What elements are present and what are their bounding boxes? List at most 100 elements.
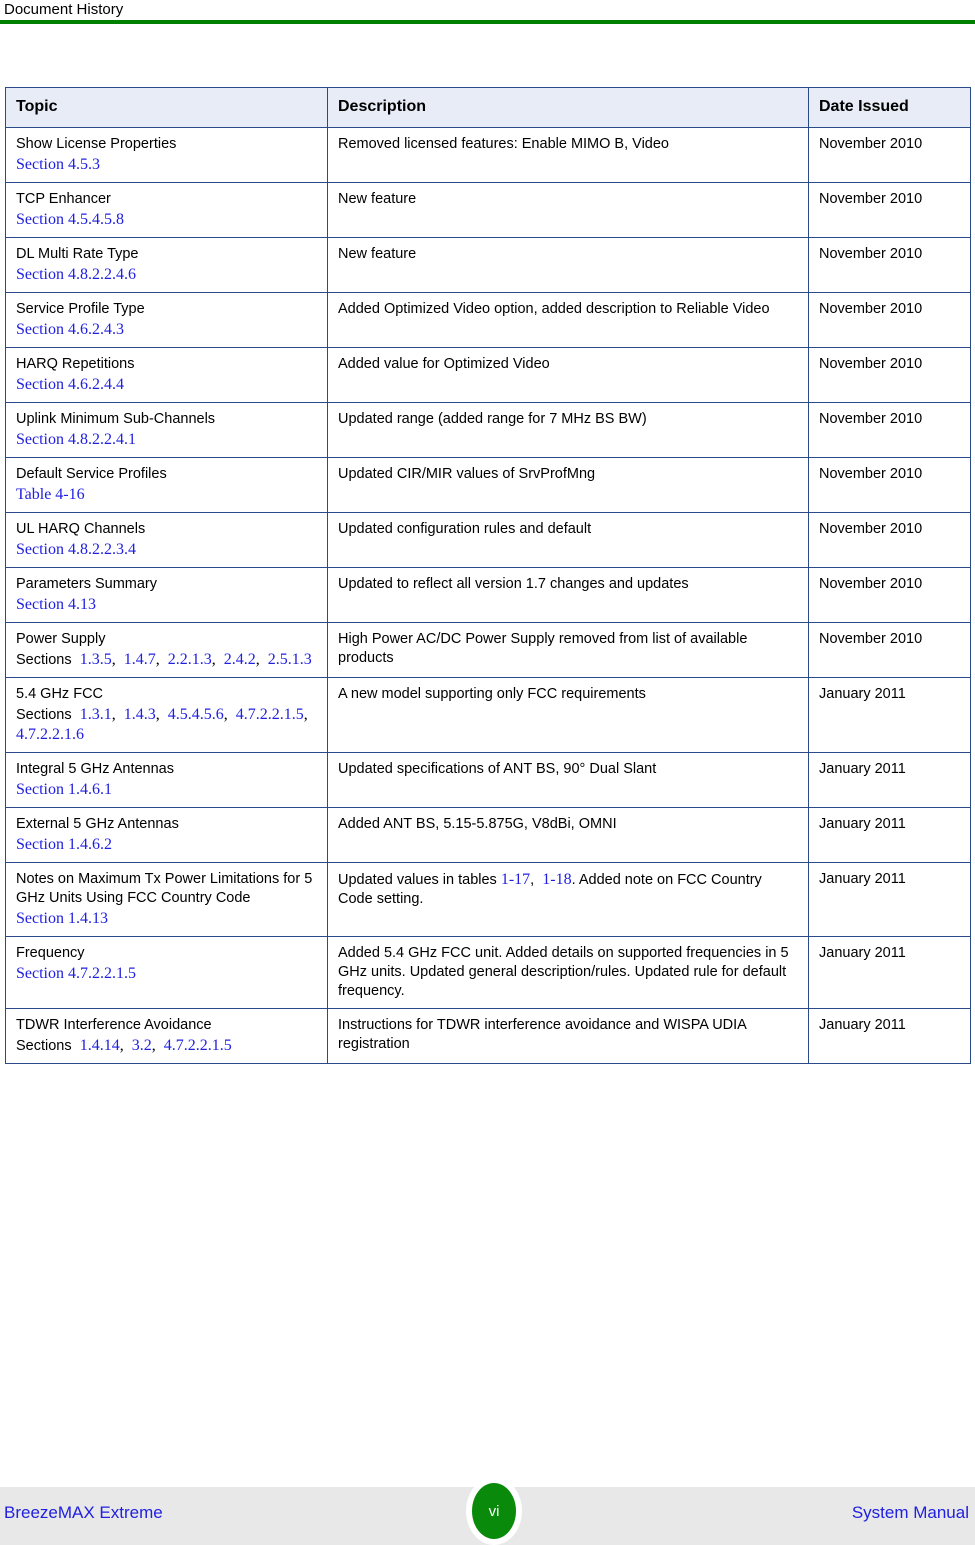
section-link[interactable]: 1.4.3 xyxy=(124,706,156,723)
cell-date-issued: November 2010 xyxy=(808,127,971,183)
table-header: Topic Description Date Issued xyxy=(5,87,971,128)
section-link[interactable]: 4.7.2.2.1.5 xyxy=(164,1037,232,1054)
cell-topic: 5.4 GHz FCC Sections 1.3.1, 1.4.3, 4.5.4.… xyxy=(5,677,328,753)
table-row: Power Supply Sections 1.3.5, 1.4.7, 2.2.1… xyxy=(5,622,971,678)
cell-description: Updated CIR/MIR values of SrvProfMng xyxy=(327,457,809,513)
section-link[interactable]: 4.7.2.2.1.6 xyxy=(16,726,84,743)
section-link[interactable]: 1.4.7 xyxy=(124,651,156,668)
cell-topic: Show License Properties Section 4.5.3 xyxy=(5,127,328,183)
cell-date-issued: November 2010 xyxy=(808,567,971,623)
section-link[interactable]: Section 4.8.2.2.4.6 xyxy=(16,266,136,283)
table-link[interactable]: 1-18 xyxy=(542,871,571,888)
section-link[interactable]: Section 4.8.2.2.3.4 xyxy=(16,541,136,558)
description-text: A new model supporting only FCC requirem… xyxy=(338,686,646,702)
topic-title: Parameters Summary xyxy=(16,576,158,592)
section-link[interactable]: 2.5.1.3 xyxy=(268,651,312,668)
section-link[interactable]: 2.2.1.3 xyxy=(168,651,212,668)
section-link[interactable]: Section 4.6.2.4.3 xyxy=(16,321,124,338)
topic-title: Power Supply xyxy=(16,631,106,647)
section-link[interactable]: Section 1.4.6.2 xyxy=(16,836,112,853)
cell-description: Updated specifications of ANT BS, 90° Du… xyxy=(327,752,809,808)
page-running-header: Document History xyxy=(0,0,975,26)
topic-title: Frequency xyxy=(16,945,85,961)
topic-title: Notes on Maximum Tx Power Limitations fo… xyxy=(16,871,313,906)
description-text: Removed licensed features: Enable MIMO B… xyxy=(338,136,669,152)
topic-reference-line: Section 1.4.6.1 xyxy=(16,780,318,800)
reference-separator: , xyxy=(111,651,124,668)
footer-product-name: BreezeMAX Extreme xyxy=(4,1503,163,1522)
cell-topic: Notes on Maximum Tx Power Limitations fo… xyxy=(5,862,328,937)
topic-title: TCP Enhancer xyxy=(16,191,111,207)
cell-date-issued: November 2010 xyxy=(808,512,971,568)
topic-reference-line: Section 1.4.13 xyxy=(16,909,318,929)
section-link[interactable]: Table 4-16 xyxy=(16,486,85,503)
topic-reference-line: Sections 1.3.1, 1.4.3, 4.5.4.5.6, 4.7.2.… xyxy=(16,705,318,745)
section-link[interactable]: Section 4.5.3 xyxy=(16,156,100,173)
cell-date-issued: January 2011 xyxy=(808,752,971,808)
page-header-title: Document History xyxy=(4,1,124,18)
description-text: Added 5.4 GHz FCC unit. Added details on… xyxy=(338,945,789,999)
description-text: New feature xyxy=(338,191,417,207)
section-link[interactable]: Section 1.4.13 xyxy=(16,910,108,927)
topic-reference-line: Section 4.8.2.2.3.4 xyxy=(16,540,318,560)
section-link[interactable]: Section 4.5.4.5.8 xyxy=(16,211,124,228)
cell-date-issued: January 2011 xyxy=(808,936,971,1009)
topic-title: Integral 5 GHz Antennas xyxy=(16,761,174,777)
reference-label: Sections xyxy=(16,652,72,668)
reference-separator: , xyxy=(303,706,312,723)
topic-title: Service Profile Type xyxy=(16,301,145,317)
section-link[interactable]: Section 4.7.2.2.1.5 xyxy=(16,965,136,982)
topic-title: Default Service Profiles xyxy=(16,466,167,482)
cell-date-issued: November 2010 xyxy=(808,292,971,348)
cell-description: Updated configuration rules and default xyxy=(327,512,809,568)
section-link[interactable]: 4.5.4.5.6 xyxy=(168,706,224,723)
document-history-table: Topic Description Date Issued Show Licen… xyxy=(5,87,971,1064)
cell-date-issued: November 2010 xyxy=(808,237,971,293)
topic-title: UL HARQ Channels xyxy=(16,521,146,537)
cell-date-issued: January 2011 xyxy=(808,862,971,937)
reference-label: Sections xyxy=(16,707,72,723)
section-link[interactable]: Section 4.8.2.2.4.1 xyxy=(16,431,136,448)
reference-separator: , xyxy=(255,651,268,668)
topic-reference-line: Sections 1.4.14, 3.2, 4.7.2.2.1.5 xyxy=(16,1036,318,1056)
topic-title: Show License Properties xyxy=(16,136,177,152)
section-link[interactable]: Section 4.13 xyxy=(16,596,96,613)
cell-topic: DL Multi Rate Type Section 4.8.2.2.4.6 xyxy=(5,237,328,293)
reference-label: Sections xyxy=(16,1038,72,1054)
cell-description: Added ANT BS, 5.15-5.875G, V8dBi, OMNI xyxy=(327,807,809,863)
cell-date-issued: January 2011 xyxy=(808,1008,971,1064)
link-separator: , xyxy=(530,872,543,888)
description-text: Added Optimized Video option, added desc… xyxy=(338,301,770,317)
cell-topic: Power Supply Sections 1.3.5, 1.4.7, 2.2.1… xyxy=(5,622,328,678)
section-link[interactable]: 1.4.14 xyxy=(80,1037,120,1054)
reference-separator: , xyxy=(111,706,124,723)
description-text: Updated values in tables xyxy=(338,872,501,888)
cell-description: Removed licensed features: Enable MIMO B… xyxy=(327,127,809,183)
table-row: Default Service Profiles Table 4-16 Update… xyxy=(5,457,971,513)
table-link[interactable]: 1-17 xyxy=(501,871,530,888)
section-link[interactable]: 1.3.1 xyxy=(80,706,112,723)
header-green-rule xyxy=(0,20,975,24)
description-text: Updated configuration rules and default xyxy=(338,521,592,537)
table-row: DL Multi Rate Type Section 4.8.2.2.4.6 New… xyxy=(5,237,971,293)
section-link[interactable]: 3.2 xyxy=(132,1037,152,1054)
column-header-date-issued: Date Issued xyxy=(808,87,971,128)
section-link[interactable]: 1.3.5 xyxy=(80,651,112,668)
section-link[interactable]: 2.4.2 xyxy=(224,651,256,668)
cell-description: High Power AC/DC Power Supply removed fr… xyxy=(327,622,809,678)
description-text: Added value for Optimized Video xyxy=(338,356,550,372)
section-link[interactable]: Section 4.6.2.4.4 xyxy=(16,376,124,393)
topic-reference-line: Section 1.4.6.2 xyxy=(16,835,318,855)
table-header-row: Topic Description Date Issued xyxy=(5,87,971,128)
topic-reference-line: Section 4.8.2.2.4.6 xyxy=(16,265,318,285)
cell-description: Added value for Optimized Video xyxy=(327,347,809,403)
cell-topic: Frequency Section 4.7.2.2.1.5 xyxy=(5,936,328,1009)
section-link[interactable]: 4.7.2.2.1.5 xyxy=(236,706,304,723)
topic-title: DL Multi Rate Type xyxy=(16,246,139,262)
description-text: Updated CIR/MIR values of SrvProfMng xyxy=(338,466,596,482)
table-row: Parameters Summary Section 4.13 Updated to… xyxy=(5,567,971,623)
section-link[interactable]: Section 1.4.6.1 xyxy=(16,781,112,798)
topic-reference-line: Section 4.8.2.2.4.1 xyxy=(16,430,318,450)
reference-separator: , xyxy=(151,1037,164,1054)
cell-description: Updated to reflect all version 1.7 chang… xyxy=(327,567,809,623)
